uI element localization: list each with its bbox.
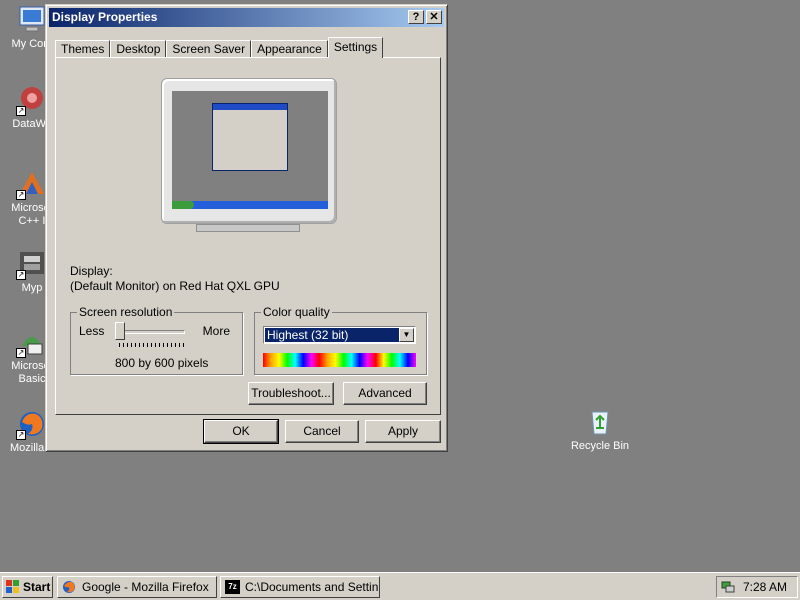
- color-quality-value: Highest (32 bit): [265, 328, 399, 342]
- shortcut-arrow-icon: ↗: [16, 430, 26, 440]
- screen-resolution-group: Screen resolution Less More 800 by 600 p…: [70, 305, 243, 375]
- shortcut-arrow-icon: ↗: [16, 190, 26, 200]
- cancel-button[interactable]: Cancel: [285, 420, 359, 443]
- apply-button[interactable]: Apply: [365, 420, 441, 443]
- start-button[interactable]: Start: [2, 576, 53, 598]
- window-title: Display Properties: [52, 10, 158, 24]
- advanced-button[interactable]: Advanced: [343, 382, 427, 405]
- display-label: Display:: [70, 264, 113, 278]
- 7zip-icon: 7z: [225, 580, 240, 594]
- resolution-slider-thumb[interactable]: [115, 322, 125, 340]
- shortcut-arrow-icon: ↗: [16, 348, 26, 358]
- network-icon[interactable]: [721, 580, 735, 597]
- color-spectrum-bar: [263, 353, 416, 367]
- database-icon: ↗: [16, 84, 48, 116]
- tab-themes[interactable]: Themes: [55, 40, 111, 58]
- desktop-icon-recycle-bin[interactable]: Recycle Bin: [562, 406, 638, 453]
- help-button[interactable]: ?: [408, 10, 424, 24]
- task-7zip[interactable]: 7z C:\Documents and Settin...: [220, 576, 380, 598]
- task-label: Google - Mozilla Firefox: [82, 580, 209, 594]
- settings-panel: Display: (Default Monitor) on Red Hat QX…: [55, 57, 441, 415]
- monitor-preview: [161, 78, 337, 224]
- title-bar[interactable]: Display Properties ? ✕: [49, 8, 444, 27]
- preview-start-button: [172, 201, 194, 209]
- less-label: Less: [79, 324, 105, 338]
- ok-button[interactable]: OK: [203, 419, 279, 444]
- display-value: (Default Monitor) on Red Hat QXL GPU: [70, 279, 280, 293]
- tab-screen-saver[interactable]: Screen Saver: [166, 40, 252, 58]
- task-firefox[interactable]: Google - Mozilla Firefox: [57, 576, 217, 598]
- display-properties-window: Display Properties ? ✕ Themes Desktop Sc…: [45, 4, 448, 452]
- system-tray: 7:28 AM: [716, 576, 798, 598]
- shortcut-arrow-icon: ↗: [16, 106, 26, 116]
- slider-ticks: [119, 343, 185, 347]
- windows-logo-icon: [6, 580, 20, 594]
- tab-desktop[interactable]: Desktop: [110, 40, 167, 58]
- computer-icon: [16, 4, 48, 36]
- task-label: C:\Documents and Settin...: [245, 580, 380, 594]
- visual-basic-icon: ↗: [16, 326, 48, 358]
- close-button[interactable]: ✕: [426, 10, 442, 24]
- start-label: Start: [23, 580, 51, 594]
- preview-window: [212, 103, 288, 171]
- color-quality-group: Color quality Highest (32 bit) ▼: [254, 305, 427, 375]
- firefox-icon: [62, 580, 76, 597]
- shortcut-arrow-icon: ↗: [16, 270, 26, 280]
- dropdown-arrow-icon[interactable]: ▼: [399, 328, 414, 342]
- resolution-value: 800 by 600 pixels: [115, 356, 209, 370]
- preview-taskbar: [172, 201, 328, 209]
- clock[interactable]: 7:28 AM: [743, 580, 787, 594]
- firefox-icon: ↗: [16, 408, 48, 440]
- troubleshoot-button[interactable]: Troubleshoot...: [248, 382, 334, 405]
- more-label: More: [202, 324, 230, 338]
- recycle-bin-icon: [584, 406, 616, 438]
- tab-strip: Themes Desktop Screen Saver Appearance S…: [55, 37, 384, 58]
- color-quality-legend: Color quality: [261, 305, 332, 319]
- tab-appearance[interactable]: Appearance: [251, 40, 328, 58]
- desktop-icon-label: Recycle Bin: [570, 440, 630, 452]
- visual-cpp-icon: ↗: [16, 168, 48, 200]
- application-icon: ↗: [16, 248, 48, 280]
- monitor-screen: [172, 91, 328, 209]
- color-quality-select[interactable]: Highest (32 bit) ▼: [263, 326, 416, 344]
- resolution-slider-track[interactable]: [119, 330, 185, 334]
- screen-resolution-legend: Screen resolution: [77, 305, 175, 319]
- taskbar: Start Google - Mozilla Firefox 7z C:\Doc…: [0, 572, 800, 600]
- monitor-stand: [196, 224, 300, 232]
- tab-settings[interactable]: Settings: [327, 37, 384, 58]
